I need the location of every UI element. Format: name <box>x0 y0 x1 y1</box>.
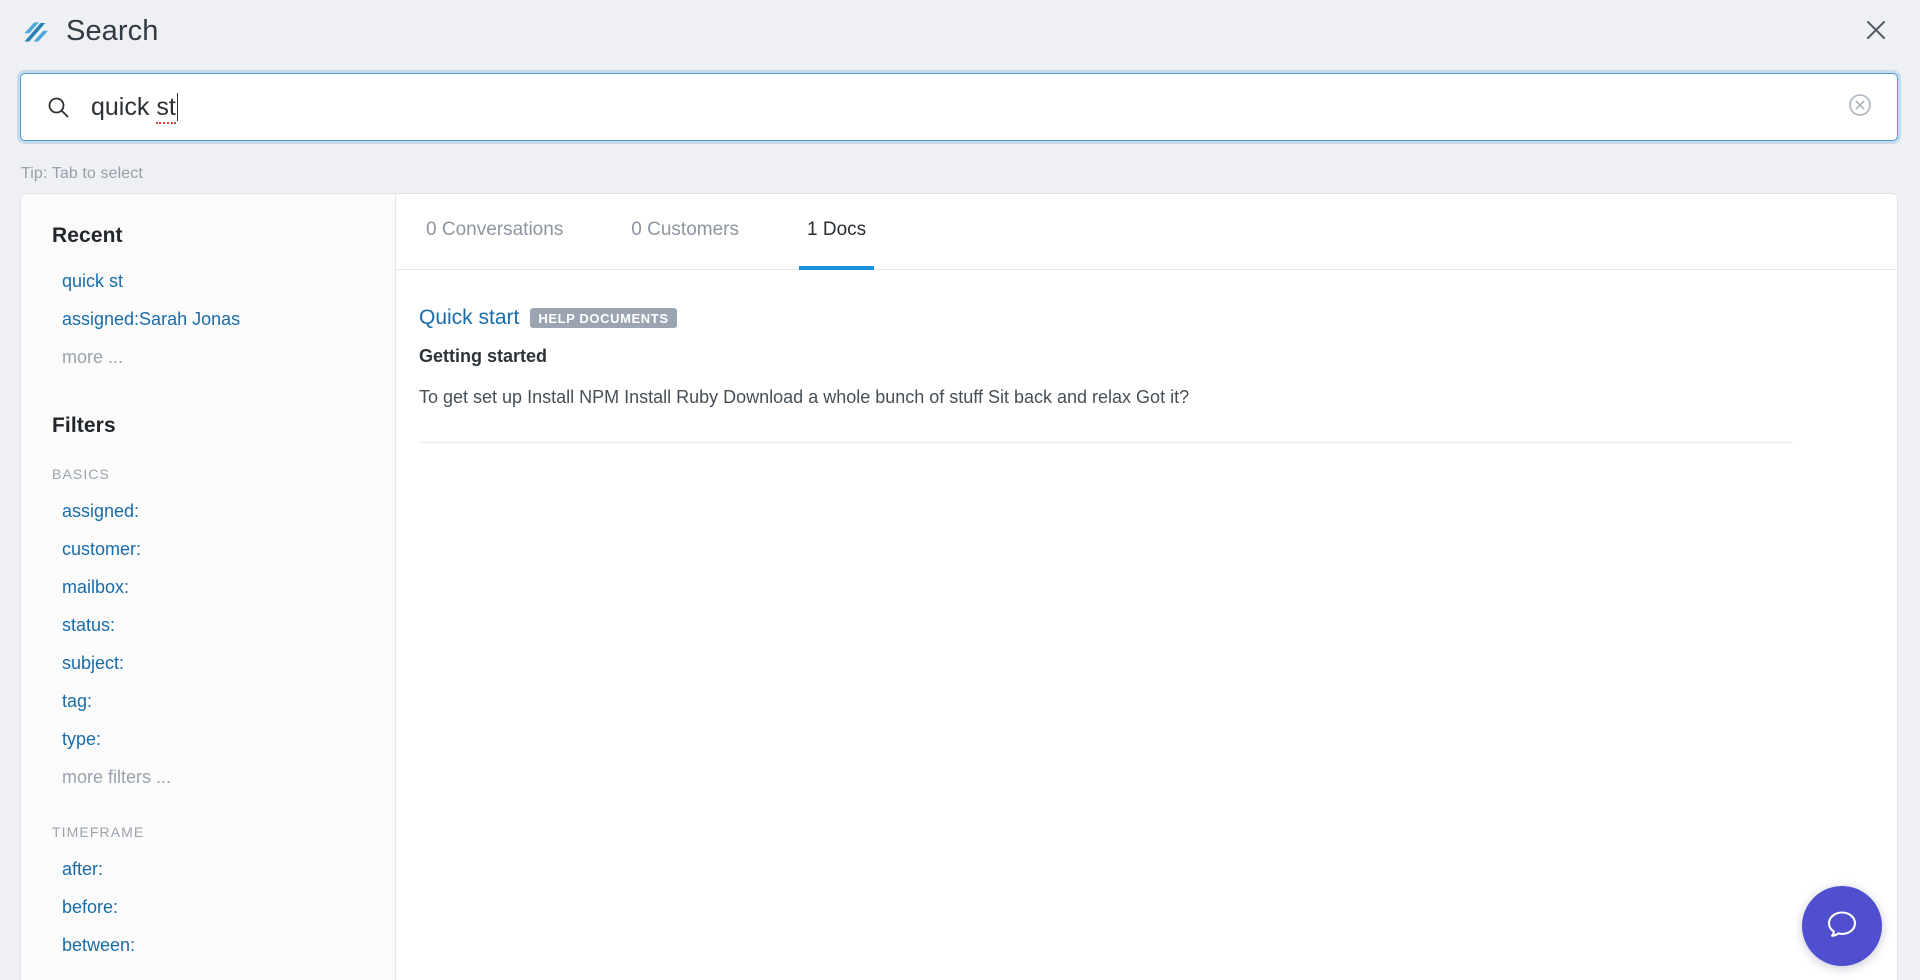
filter-item-subject[interactable]: subject: <box>21 644 395 682</box>
recent-heading: Recent <box>52 224 123 247</box>
page-title: Search <box>66 14 159 47</box>
helpscout-slashes-logo-icon <box>20 16 52 48</box>
close-icon <box>1864 18 1888 47</box>
status-badge: HELP DOCUMENTS <box>530 308 677 328</box>
search-tip: Tip: Tab to select <box>21 165 143 182</box>
filter-item-mailbox[interactable]: mailbox: <box>21 568 395 606</box>
main-content: 0 Conversations 0 Customers 1 Docs Quick… <box>396 194 1897 980</box>
result-snippet: To get set up Install NPM Install Ruby D… <box>419 387 1190 407</box>
filter-item-between[interactable]: between: <box>21 926 395 964</box>
chat-widget-button[interactable] <box>1802 886 1882 966</box>
filter-group-label-timeframe: TIMEFRAME <box>52 824 145 840</box>
filter-item-before[interactable]: before: <box>21 888 395 926</box>
result-title-link[interactable]: Quick start <box>419 306 519 330</box>
search-input-text: quick st <box>91 92 176 124</box>
close-button[interactable] <box>1854 10 1898 54</box>
result-divider <box>419 442 1793 444</box>
filter-item-status[interactable]: status: <box>21 606 395 644</box>
app-header: Search <box>0 0 1920 64</box>
recent-item-more[interactable]: more ... <box>21 338 395 376</box>
filter-item-tag[interactable]: tag: <box>21 682 395 720</box>
clear-search-button[interactable] <box>1845 92 1875 122</box>
filter-list-basics: assigned: customer: mailbox: status: sub… <box>21 492 395 796</box>
search-icon <box>45 94 71 120</box>
result-subtitle: Getting started <box>419 346 548 366</box>
filter-item-customer[interactable]: customer: <box>21 530 395 568</box>
search-results-panel: Recent quick st assigned:Sarah Jonas mor… <box>20 193 1898 980</box>
result-item: Quick start HELP DOCUMENTS Getting start… <box>396 270 1897 444</box>
filter-group-label-basics: BASICS <box>52 466 110 482</box>
sidebar: Recent quick st assigned:Sarah Jonas mor… <box>21 194 396 980</box>
text-caret <box>176 93 179 121</box>
clear-circle-x-icon <box>1848 93 1872 122</box>
filter-item-after[interactable]: after: <box>21 850 395 888</box>
search-text-misspelled: st <box>156 92 176 124</box>
results-list: Quick start HELP DOCUMENTS Getting start… <box>396 270 1897 980</box>
search-input[interactable]: quick st <box>20 73 1898 141</box>
result-title-row: Quick start HELP DOCUMENTS <box>419 306 1873 330</box>
recent-item-0[interactable]: quick st <box>21 262 395 300</box>
recent-list: quick st assigned:Sarah Jonas more ... <box>21 262 395 376</box>
filter-item-assigned[interactable]: assigned: <box>21 492 395 530</box>
filter-item-more-filters[interactable]: more filters ... <box>21 758 395 796</box>
filter-list-timeframe: after: before: between: <box>21 850 395 964</box>
filter-item-type[interactable]: type: <box>21 720 395 758</box>
tab-customers[interactable]: 0 Customers <box>623 194 747 270</box>
recent-item-1[interactable]: assigned:Sarah Jonas <box>21 300 395 338</box>
search-input-value-area[interactable]: quick st <box>91 74 1845 140</box>
tab-conversations[interactable]: 0 Conversations <box>418 194 571 270</box>
result-tabs: 0 Conversations 0 Customers 1 Docs <box>396 194 1897 270</box>
brand: Search <box>20 16 159 48</box>
tab-docs[interactable]: 1 Docs <box>799 194 875 270</box>
search-text-prefix: quick <box>91 92 157 121</box>
filters-heading: Filters <box>52 414 116 437</box>
chat-bubble-icon <box>1823 905 1861 948</box>
